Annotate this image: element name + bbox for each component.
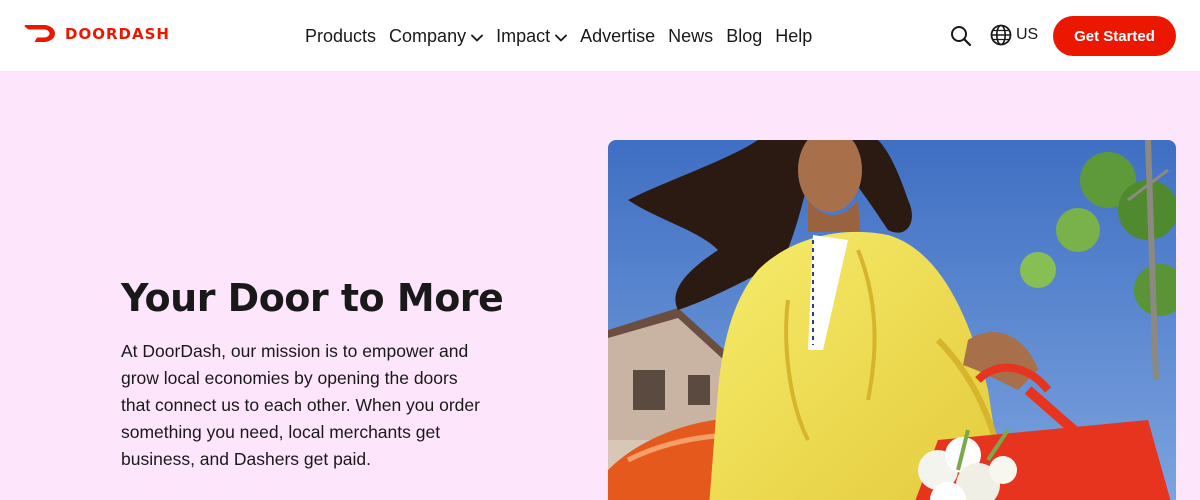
nav-label: Advertise: [580, 25, 656, 46]
nav-label: Company: [389, 25, 467, 46]
locale-selector[interactable]: US: [990, 24, 1038, 46]
nav-label: Impact: [496, 25, 551, 46]
nav-item-products[interactable]: Products: [305, 26, 376, 47]
brand-name: DOORDASH: [65, 24, 170, 43]
nav-label: Products: [305, 25, 377, 46]
globe-icon: [990, 24, 1012, 46]
hero-photo-illustration: [608, 140, 1176, 500]
site-header: DOORDASH Products Company Impact Adverti…: [0, 0, 1200, 72]
hero-description: At DoorDash, our mission is to empower a…: [121, 341, 480, 469]
search-icon[interactable]: [950, 25, 972, 47]
nav-item-help[interactable]: Help: [775, 26, 812, 47]
nav-item-advertise[interactable]: Advertise: [580, 26, 655, 47]
nav-label: Help: [775, 25, 813, 46]
nav-item-blog[interactable]: Blog: [726, 26, 762, 47]
doordash-logo[interactable]: DOORDASH: [24, 24, 170, 43]
nav-label: Blog: [726, 25, 763, 46]
nav-item-news[interactable]: News: [668, 26, 713, 47]
hero-title: Your Door to More: [121, 276, 504, 320]
hero-photo: [608, 140, 1176, 500]
nav-item-impact[interactable]: Impact: [496, 25, 568, 47]
nav-item-company[interactable]: Company: [389, 26, 483, 47]
locale-label: US: [1016, 26, 1039, 43]
chevron-down-icon: [555, 34, 568, 41]
nav-label: News: [668, 25, 714, 46]
doordash-dash-logo-icon: [24, 25, 55, 42]
get-started-button[interactable]: Get Started: [1053, 16, 1176, 56]
chevron-down-icon: [471, 34, 483, 41]
main-nav: Products Company Impact Advertise News B…: [305, 0, 812, 72]
